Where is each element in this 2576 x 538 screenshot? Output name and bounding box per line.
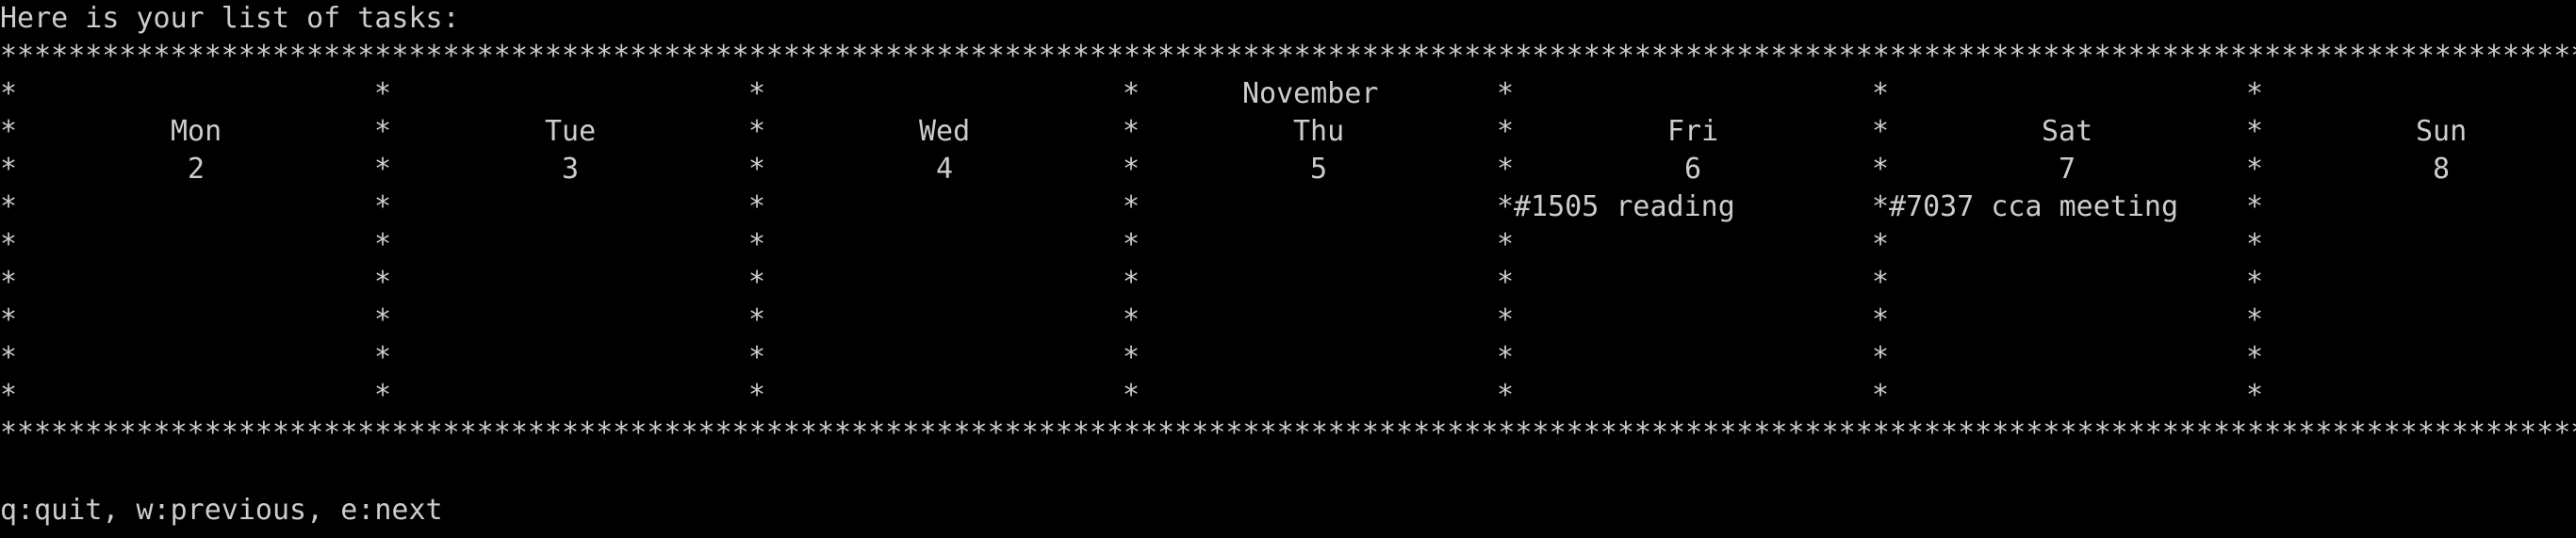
column-separator: * [748,190,766,223]
column-separator: * [0,153,18,186]
column-separator: * [748,77,766,110]
day-name-fri: Fri [1667,115,1719,148]
day-name-sat: Sat [2042,115,2093,148]
column-separator: * [374,77,392,110]
column-separator: * [1872,77,1890,110]
column-separator: * [748,115,766,148]
column-separator: * [1123,379,1140,412]
column-separator: * [1872,341,1890,374]
column-separator: * [748,303,766,336]
column-separator: * [2246,341,2264,374]
column-separator: * [0,77,18,110]
column-separator: * [374,341,392,374]
column-separator: * [1123,266,1140,299]
column-separator: * [748,153,766,186]
column-separator: * [1872,115,1890,148]
column-separator: * [2246,303,2264,336]
day-date-fri: 6 [1684,153,1702,186]
column-separator: * [2246,266,2264,299]
column-separator: * [2246,77,2264,110]
column-separator: * [1497,266,1515,299]
column-separator: * [748,228,766,261]
day-name-thu: Thu [1293,115,1345,148]
column-separator: * [374,190,392,223]
day-name-wed: Wed [919,115,971,148]
column-separator: * [374,266,392,299]
column-separator: * [1872,190,1890,223]
column-separator: * [0,379,18,412]
column-separator: * [0,341,18,374]
column-separator: * [1497,379,1515,412]
header-text: Here is your list of tasks: [0,2,460,35]
column-separator: * [1497,341,1515,374]
terminal-window: Here is your list of tasks: ************… [0,0,2576,538]
column-separator: * [748,379,766,412]
day-date-sat: 7 [2059,153,2076,186]
column-separator: * [2246,228,2264,261]
task-entry: #7037 cca meeting [1889,190,2179,223]
day-name-sun: Sun [2416,115,2468,148]
day-date-thu: 5 [1310,153,1328,186]
column-separator: * [1872,266,1890,299]
column-separator: * [374,228,392,261]
column-separator: * [1123,77,1140,110]
column-separator: * [748,341,766,374]
column-separator: * [1123,228,1140,261]
column-separator: * [2246,379,2264,412]
column-separator: * [1123,303,1140,336]
calendar-bottom-border: ****************************************… [0,416,2576,449]
column-separator: * [748,266,766,299]
task-entry: #1505 reading [1514,190,1735,223]
column-separator: * [1872,379,1890,412]
column-separator: * [1497,228,1515,261]
column-separator: * [1123,190,1140,223]
day-name-mon: Mon [171,115,222,148]
column-separator: * [1497,190,1515,223]
column-separator: * [374,303,392,336]
column-separator: * [1497,77,1515,110]
month-label: November [1242,77,1379,110]
column-separator: * [1872,228,1890,261]
column-separator: * [374,379,392,412]
column-separator: * [374,153,392,186]
column-separator: * [0,303,18,336]
day-date-wed: 4 [936,153,954,186]
day-date-tue: 3 [562,153,580,186]
column-separator: * [0,228,18,261]
column-separator: * [1497,153,1515,186]
column-separator: * [0,266,18,299]
column-separator: * [1497,303,1515,336]
day-date-mon: 2 [188,153,205,186]
day-date-sun: 8 [2433,153,2451,186]
column-separator: * [2246,115,2264,148]
column-separator: * [374,115,392,148]
column-separator: * [1123,115,1140,148]
column-separator: * [2246,153,2264,186]
column-separator: * [1497,115,1515,148]
calendar-top-border: ****************************************… [0,40,2576,73]
day-name-tue: Tue [545,115,597,148]
footer-controls: q:quit, w:previous, e:next [0,494,443,527]
column-separator: * [1123,153,1140,186]
column-separator: * [0,190,18,223]
column-separator: * [1872,303,1890,336]
column-separator: * [2246,190,2264,223]
column-separator: * [1123,341,1140,374]
column-separator: * [1872,153,1890,186]
column-separator: * [0,115,18,148]
